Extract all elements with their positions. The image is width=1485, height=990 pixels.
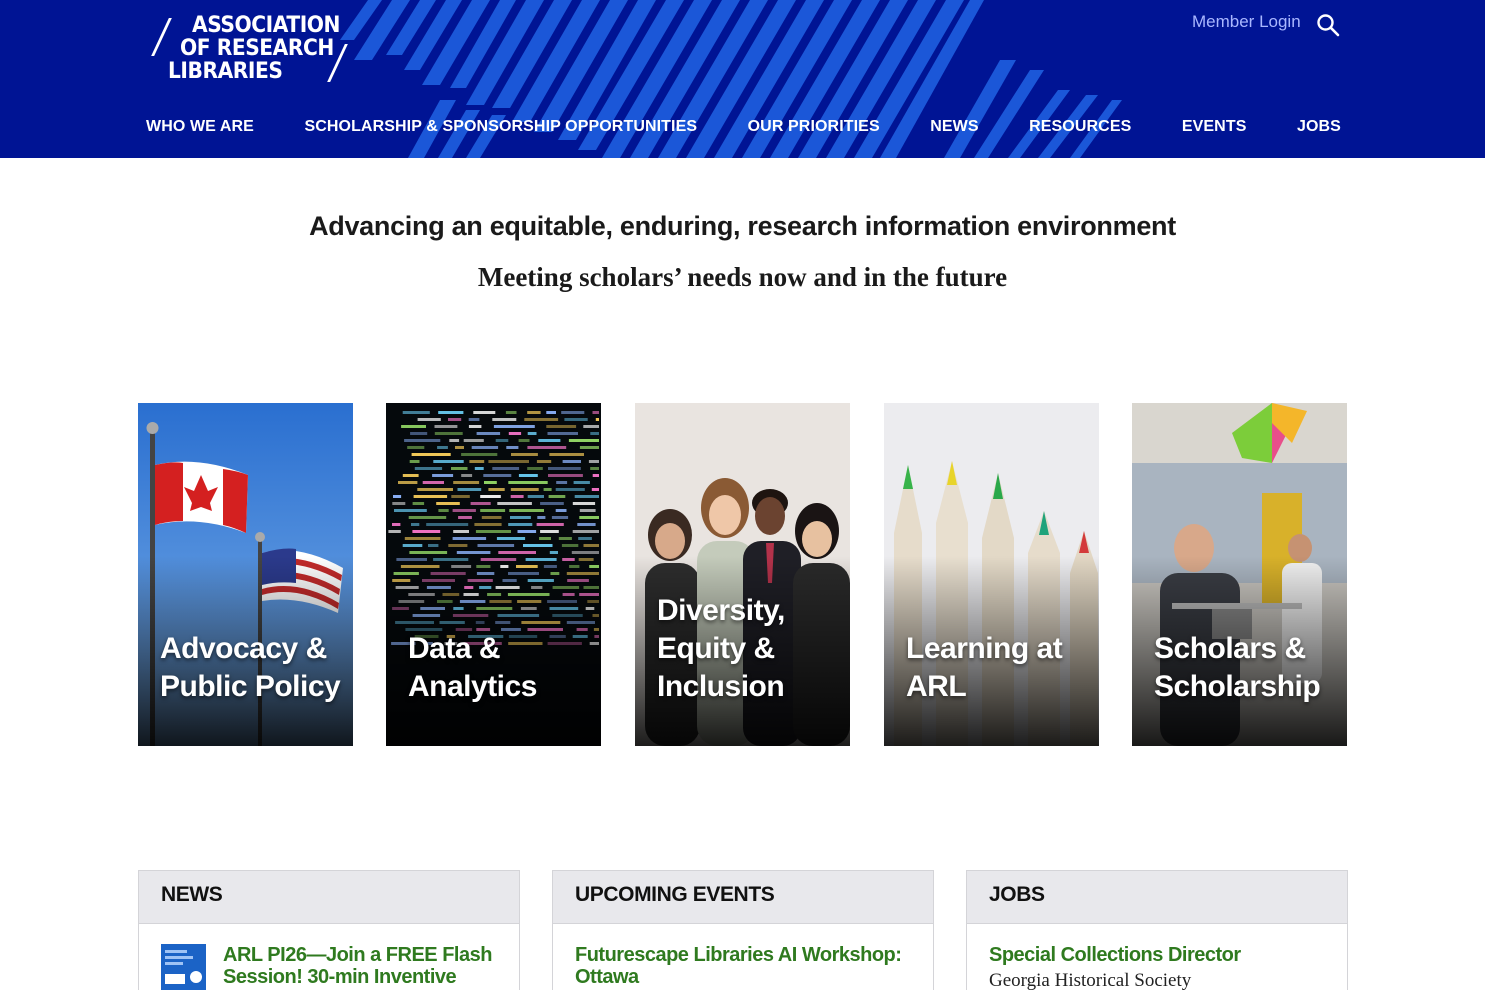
jobs-panel-heading: JOBS [967,871,1347,924]
logo-line-2: OF RESEARCH [180,36,334,61]
tile-title: Scholars & Scholarship [1154,632,1321,703]
tile-learning-at-arl[interactable]: Learning at ARL [884,403,1099,746]
member-login-link[interactable]: Member Login [1192,12,1301,32]
news-item: ARL PI26—Join a FREE Flash Session! 30-m… [161,944,497,990]
tile-title: Advocacy & Public Policy [160,632,341,703]
news-item-link[interactable]: ARL PI26—Join a FREE Flash Session! 30-m… [223,944,497,990]
news-panel: NEWS ARL PI26—Join a FREE Flash Session!… [138,870,520,990]
logo-line-3: LIBRARIES [168,59,283,84]
nav-who-we-are[interactable]: WHO WE ARE [146,118,254,136]
logo-slash-left [151,18,172,56]
tile-title: Data & Analytics [408,632,537,703]
tile-scholars-scholarship[interactable]: Scholars & Scholarship [1132,403,1347,746]
page-subheadline: Meeting scholars’ needs now and in the f… [477,262,1008,292]
job-item-organization: Georgia Historical Society [989,970,1192,990]
tile-advocacy-public-policy[interactable]: Advocacy & Public Policy [138,403,353,746]
nav-scholarship-sponsorship[interactable]: SCHOLARSHIP & SPONSORSHIP OPPORTUNITIES [304,118,697,136]
main-nav: WHO WE ARE SCHOLARSHIP & SPONSORSHIP OPP… [146,118,1341,136]
events-panel-heading: UPCOMING EVENTS [553,871,933,924]
events-panel: UPCOMING EVENTS Futurescape Libraries AI… [552,870,934,990]
news-panel-heading: NEWS [139,871,519,924]
nav-news[interactable]: NEWS [930,118,978,136]
tile-title: Learning at ARL [906,632,1063,703]
page-headline: Advancing an equitable, enduring, resear… [309,211,1176,241]
tile-title: Diversity, Equity & Inclusion [657,594,785,703]
tile-diversity-equity-inclusion[interactable]: Diversity, Equity & Inclusion [635,403,850,746]
event-item-link[interactable]: Futurescape Libraries AI Workshop: Ottaw… [575,944,911,988]
search-icon[interactable] [1316,13,1340,37]
nav-jobs[interactable]: JOBS [1297,118,1341,136]
tile-data-analytics[interactable]: Data & Analytics [386,403,601,746]
nav-resources[interactable]: RESOURCES [1029,118,1131,136]
nav-events[interactable]: EVENTS [1182,118,1247,136]
site-header: ASSOCIATION OF RESEARCH LIBRARIES Member… [0,0,1485,158]
logo-line-1: ASSOCIATION [192,13,341,38]
arl-logo[interactable]: ASSOCIATION OF RESEARCH LIBRARIES [150,12,360,88]
job-item-link[interactable]: Special Collections Director [989,944,1325,966]
news-thumbnail-image[interactable] [161,944,206,990]
nav-our-priorities[interactable]: OUR PRIORITIES [748,118,880,136]
jobs-panel: JOBS Special Collections Director Georgi… [966,870,1348,990]
